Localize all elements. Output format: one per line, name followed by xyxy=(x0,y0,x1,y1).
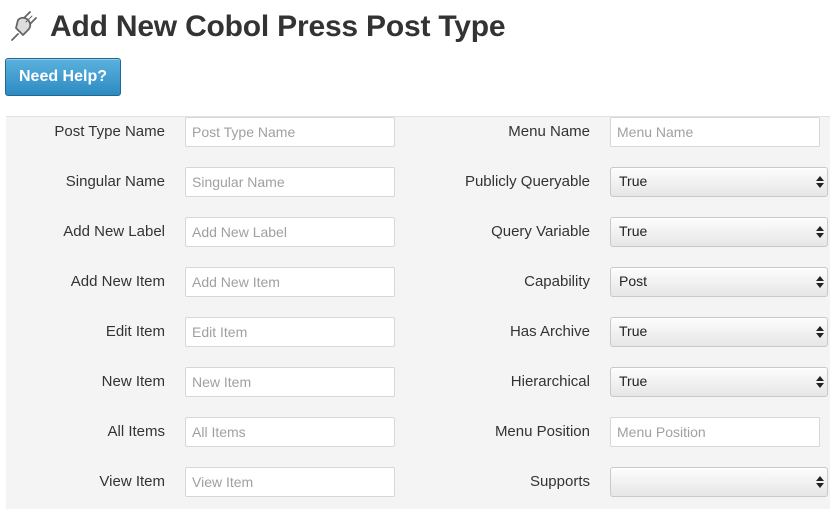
text-input[interactable] xyxy=(185,267,395,297)
select-value: Post xyxy=(619,273,648,289)
form-row: Add New Item Capability Post xyxy=(6,267,830,297)
field-label: Supports xyxy=(529,473,590,490)
field-label: Hierarchical xyxy=(510,373,590,390)
form-row: Add New Label Query Variable True xyxy=(6,217,830,247)
field-label: Has Archive xyxy=(509,323,590,340)
select-value: True xyxy=(619,323,648,339)
form-row: View Item Supports xyxy=(6,467,830,497)
text-input[interactable] xyxy=(185,317,395,347)
text-input[interactable] xyxy=(185,367,395,397)
field-label: Singular Name xyxy=(65,173,165,190)
select-value: True xyxy=(619,223,648,239)
plugin-plug-icon xyxy=(11,11,37,41)
need-help-button[interactable]: Need Help? xyxy=(5,58,121,96)
field-label: Add New Label xyxy=(63,223,165,240)
updown-arrows-icon xyxy=(815,323,824,341)
form-row: All Items Menu Position xyxy=(6,417,830,447)
text-input[interactable] xyxy=(610,117,820,147)
field-label: Menu Position xyxy=(494,423,590,440)
page-title: Add New Cobol Press Post Type xyxy=(50,10,506,43)
field-label: Publicly Queryable xyxy=(464,173,590,190)
updown-arrows-icon xyxy=(815,473,824,491)
text-input[interactable] xyxy=(185,417,395,447)
text-input[interactable] xyxy=(185,167,395,197)
text-input[interactable] xyxy=(610,417,820,447)
field-label: Edit Item xyxy=(105,323,165,340)
text-input[interactable] xyxy=(185,467,395,497)
page-header: Add New Cobol Press Post Type xyxy=(6,4,506,50)
field-label: Menu Name xyxy=(508,123,590,140)
select-dropdown[interactable] xyxy=(610,467,828,497)
field-label: New Item xyxy=(101,373,165,390)
select-value: True xyxy=(619,173,648,189)
form-row: Edit Item Has Archive True xyxy=(6,317,830,347)
text-input[interactable] xyxy=(185,117,395,147)
updown-arrows-icon xyxy=(815,273,824,291)
field-label: Query Variable xyxy=(491,223,590,240)
field-label: Add New Item xyxy=(70,273,165,290)
select-dropdown[interactable]: True xyxy=(610,217,828,247)
select-dropdown[interactable]: True xyxy=(610,367,828,397)
form-row: Post Type Name Menu Name xyxy=(6,117,830,147)
field-label: View Item xyxy=(99,473,165,490)
updown-arrows-icon xyxy=(815,223,824,241)
select-value: True xyxy=(619,373,648,389)
text-input[interactable] xyxy=(185,217,395,247)
field-label: Capability xyxy=(524,273,590,290)
updown-arrows-icon xyxy=(815,173,824,191)
form-row: Singular Name Publicly Queryable True xyxy=(6,167,830,197)
select-dropdown[interactable]: Post xyxy=(610,267,828,297)
updown-arrows-icon xyxy=(815,373,824,391)
form-row: New Item Hierarchical True xyxy=(6,367,830,397)
select-dropdown[interactable]: True xyxy=(610,317,828,347)
field-label: Post Type Name xyxy=(54,123,165,140)
post-type-form: Post Type Name Menu Name Singular Name Publ… xyxy=(6,116,830,509)
select-dropdown[interactable]: True xyxy=(610,167,828,197)
field-label: All Items xyxy=(107,423,165,440)
